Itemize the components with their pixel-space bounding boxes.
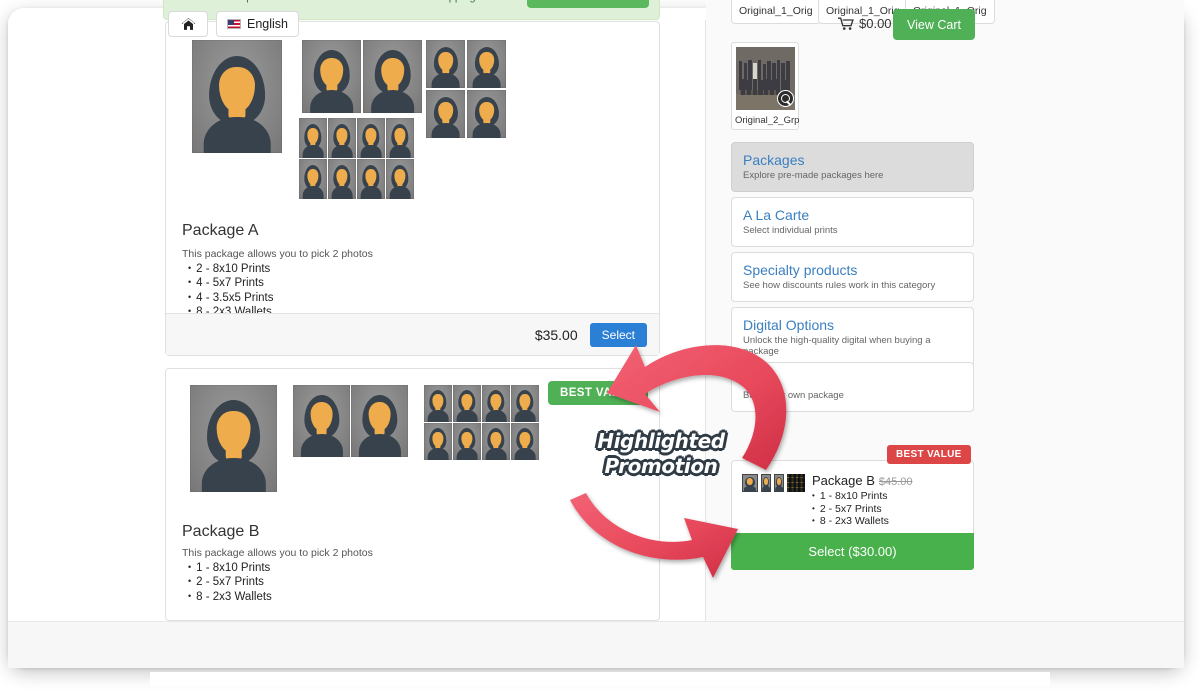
footer-bar bbox=[8, 621, 1184, 668]
window-bottom-strip bbox=[150, 672, 1050, 686]
photo-5x7 bbox=[293, 385, 350, 457]
sidebar-item-digital-options[interactable]: Digital Options Unlock the high-quality … bbox=[731, 307, 974, 368]
photo-5x7 bbox=[302, 40, 361, 113]
list-item: 1 - 8x10 Prints bbox=[812, 490, 963, 503]
image-thumbnail-card[interactable]: Original_2_Grp1 bbox=[731, 42, 799, 130]
photo-8x10 bbox=[192, 40, 282, 153]
category-title: Packages bbox=[743, 152, 805, 168]
package-card-a[interactable]: Package A This package allows you to pic… bbox=[165, 21, 660, 356]
photo-wallet bbox=[424, 385, 452, 422]
category-desc: Explore pre-made packages here bbox=[743, 170, 884, 181]
list-item: 8 - 2x3 Wallets bbox=[812, 515, 963, 528]
us-flag-icon bbox=[227, 19, 241, 29]
sidebar-item-specialty-products[interactable]: Specialty products See how discounts rul… bbox=[731, 252, 974, 302]
photo-wallet bbox=[424, 423, 452, 460]
package-card-b[interactable]: Package B This package allows you to pic… bbox=[165, 368, 660, 621]
mini-photo-wallets bbox=[787, 474, 805, 492]
mini-photo-8x10 bbox=[742, 474, 758, 492]
photo-wallet bbox=[482, 385, 510, 422]
photo-3x5 bbox=[426, 40, 465, 88]
shipping-alert-button[interactable] bbox=[527, 0, 649, 8]
sidebar-item-a-la-carte[interactable]: A La Carte Select individual prints bbox=[731, 197, 974, 247]
package-b-contents: 1 - 8x10 Prints 2 - 5x7 Prints 8 - 2x3 W… bbox=[188, 561, 272, 604]
cart-select-button[interactable]: Select ($30.00) bbox=[731, 533, 974, 570]
cart-package-panel: Package B $45.00 1 - 8x10 Prints 2 - 5x7… bbox=[731, 460, 974, 539]
photo-wallet bbox=[386, 118, 414, 158]
photo-wallet bbox=[328, 159, 356, 199]
category-title: Specialty products bbox=[743, 262, 858, 278]
package-b-title: Package B bbox=[182, 523, 260, 540]
cart-thumbnails bbox=[742, 473, 805, 492]
package-a-preview-images bbox=[166, 22, 659, 210]
shipping-alert-text: Combine multiple sessions into one order… bbox=[176, 0, 476, 3]
category-title: BYO bbox=[743, 372, 773, 388]
package-a-title: Package A bbox=[182, 222, 259, 239]
category-desc: Unlock the high-quality digital when buy… bbox=[743, 335, 931, 357]
category-desc: Build your own package bbox=[743, 390, 844, 401]
home-button[interactable] bbox=[168, 11, 208, 37]
list-item: 2 - 5x7 Prints bbox=[188, 575, 272, 589]
photo-wallet bbox=[511, 385, 539, 422]
language-label: English bbox=[247, 17, 288, 31]
category-title: A La Carte bbox=[743, 207, 810, 223]
photo-3x5 bbox=[426, 90, 465, 138]
list-item: 2 - 5x7 Prints bbox=[812, 503, 963, 516]
sidebar-item-byo[interactable]: BYO Build your own package bbox=[731, 362, 974, 412]
category-desc: Select individual prints bbox=[743, 225, 838, 236]
photo-8x10 bbox=[190, 385, 277, 492]
list-item: 4 - 5x7 Prints bbox=[188, 276, 274, 290]
thumbnail-label: Original_2_Grp1 bbox=[735, 115, 799, 126]
image-tab[interactable]: Original_1_Orig bbox=[731, 0, 821, 24]
photo-wallet bbox=[299, 118, 327, 158]
cart-item-contents: 1 - 8x10 Prints 2 - 5x7 Prints 8 - 2x3 W… bbox=[812, 490, 963, 528]
package-b-best-value-badge: BEST VALUE bbox=[548, 381, 648, 405]
view-cart-button[interactable]: View Cart bbox=[893, 9, 975, 40]
mini-photo-5x7 bbox=[761, 474, 771, 492]
magnify-plus-icon[interactable] bbox=[777, 90, 794, 107]
cart-total-amount: $0.00 bbox=[859, 16, 892, 31]
package-b-subtitle: This package allows you to pick 2 photos bbox=[182, 547, 373, 559]
list-item: 2 - 8x10 Prints bbox=[188, 262, 274, 276]
photo-3x5 bbox=[467, 40, 506, 88]
photo-wallet bbox=[386, 159, 414, 199]
cart-best-value-badge: BEST VALUE bbox=[887, 445, 971, 464]
photo-5x7 bbox=[351, 385, 408, 457]
mini-photo-5x7 bbox=[774, 474, 784, 492]
sidebar-item-packages[interactable]: Packages Explore pre-made packages here bbox=[731, 142, 974, 192]
photo-3x5 bbox=[467, 90, 506, 138]
cart-total: $0.00 bbox=[838, 16, 892, 31]
package-a-select-button[interactable]: Select bbox=[589, 322, 647, 347]
category-desc: See how discounts rules work in this cat… bbox=[743, 280, 936, 291]
photo-wallet bbox=[482, 423, 510, 460]
photo-wallet bbox=[511, 423, 539, 460]
shopping-cart-icon bbox=[838, 17, 854, 31]
photo-wallet bbox=[357, 159, 385, 199]
package-a-price: $35.00 bbox=[534, 326, 578, 343]
cart-item-name: Package B bbox=[812, 473, 875, 488]
list-item: 4 - 3.5x5 Prints bbox=[188, 291, 273, 305]
category-title: Digital Options bbox=[743, 317, 835, 333]
home-icon bbox=[181, 17, 196, 31]
package-a-footer: $35.00 Select bbox=[166, 313, 659, 355]
photo-wallet bbox=[453, 423, 481, 460]
photo-wallet bbox=[299, 159, 327, 199]
photo-wallet bbox=[328, 118, 356, 158]
package-a-contents: 2 - 8x10 Prints 4 - 5x7 Prints 4 - 3.5x5… bbox=[188, 262, 274, 319]
cart-item-original-price: $45.00 bbox=[878, 476, 913, 488]
photo-wallet bbox=[453, 385, 481, 422]
list-item: 8 - 2x3 Wallets bbox=[188, 590, 272, 604]
language-selector[interactable]: English bbox=[216, 11, 299, 37]
photo-wallet bbox=[357, 118, 385, 158]
package-a-subtitle: This package allows you to pick 2 photos bbox=[182, 248, 373, 260]
photo-5x7 bbox=[363, 40, 422, 113]
list-item: 1 - 8x10 Prints bbox=[188, 561, 272, 575]
